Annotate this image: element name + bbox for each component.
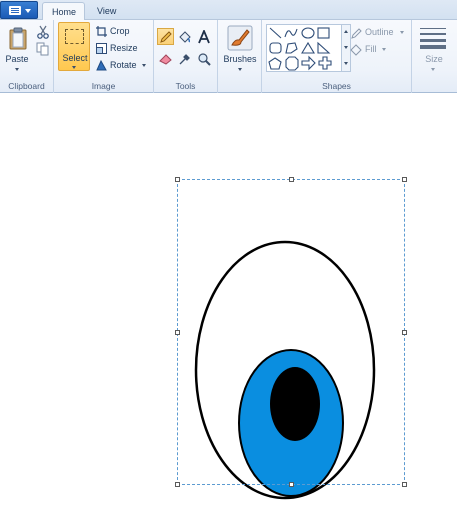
select-label: Select xyxy=(62,53,88,63)
select-button[interactable]: Select xyxy=(58,22,90,71)
fill-label: Fill xyxy=(365,44,377,54)
size-label: Size xyxy=(425,54,443,64)
resize-handle-right[interactable] xyxy=(402,330,407,335)
copy-icon[interactable] xyxy=(36,42,50,56)
hexagon-shape-icon[interactable] xyxy=(285,56,299,71)
ribbon-tab-strip: Home View xyxy=(0,0,457,21)
plus-shape-icon[interactable] xyxy=(318,56,332,70)
rounded-rectangle-shape-icon[interactable] xyxy=(269,42,282,54)
shapes-group-label: Shapes xyxy=(322,81,351,91)
shapes-group: Outline Fill Shapes xyxy=(262,20,412,93)
brushes-button[interactable]: Brushes xyxy=(220,22,260,74)
shapes-grid xyxy=(268,27,332,71)
polygon-shape-icon[interactable] xyxy=(285,42,298,54)
resize-handle-bottom-right[interactable] xyxy=(402,482,407,487)
fill-shape-icon xyxy=(350,44,362,56)
drawing-canvas[interactable] xyxy=(0,94,457,519)
chevron-up-icon[interactable] xyxy=(343,30,348,33)
color-picker-icon xyxy=(179,54,190,65)
paste-icon xyxy=(9,27,27,50)
app-menu-icon xyxy=(9,6,21,15)
eraser-tool[interactable] xyxy=(157,50,174,67)
brushes-icon xyxy=(227,25,253,51)
size-icon xyxy=(420,28,446,49)
triangle-shape-icon[interactable] xyxy=(301,41,315,54)
clipboard-group: Paste Clipboard xyxy=(0,20,54,93)
resize-handle-top-right[interactable] xyxy=(402,177,407,182)
crop-label: Crop xyxy=(110,26,130,36)
tab-view[interactable]: View xyxy=(88,2,125,21)
pencil-icon xyxy=(160,31,172,43)
resize-label: Resize xyxy=(110,43,138,53)
line-shape-icon[interactable] xyxy=(269,27,282,39)
resize-handle-bottom[interactable] xyxy=(289,482,294,487)
rectangle-shape-icon[interactable] xyxy=(317,27,330,39)
paste-label: Paste xyxy=(5,54,29,64)
clipboard-group-label: Clipboard xyxy=(8,81,45,91)
chevron-down-icon xyxy=(25,9,31,13)
ribbon: Paste Clipboard Select Crop Resize Rotat… xyxy=(0,20,457,93)
eraser-icon xyxy=(159,54,172,65)
outline-button[interactable]: Outline xyxy=(350,25,404,40)
text-tool[interactable] xyxy=(195,28,212,45)
fill-icon xyxy=(179,31,191,43)
size-button[interactable]: Size xyxy=(416,22,452,74)
right-triangle-shape-icon[interactable] xyxy=(317,41,331,54)
rotate-button[interactable]: Rotate xyxy=(96,58,146,73)
gallery-expand-icon[interactable] xyxy=(343,62,348,65)
chevron-down-icon xyxy=(142,64,146,67)
color-picker-tool[interactable] xyxy=(176,50,193,67)
image-group-label: Image xyxy=(91,81,116,91)
chevron-down-icon xyxy=(431,68,435,71)
resize-handle-left[interactable] xyxy=(175,330,180,335)
app-menu-button[interactable] xyxy=(0,1,38,19)
rotate-icon xyxy=(96,60,107,71)
crop-button[interactable]: Crop xyxy=(96,24,130,39)
cut-icon[interactable] xyxy=(36,25,50,39)
oval-shape-icon[interactable] xyxy=(301,27,315,39)
chevron-down-icon xyxy=(238,68,242,71)
text-icon xyxy=(198,30,210,44)
shapes-gallery xyxy=(266,24,342,72)
resize-handle-top-left[interactable] xyxy=(175,177,180,182)
select-icon xyxy=(65,29,84,44)
chevron-down-icon xyxy=(15,68,19,71)
resize-button[interactable]: Resize xyxy=(96,41,138,56)
size-group: Size xyxy=(412,20,457,93)
brushes-label: Brushes xyxy=(223,54,257,64)
resize-handle-top[interactable] xyxy=(289,177,294,182)
tools-group: Tools xyxy=(154,20,218,93)
chevron-down-icon[interactable] xyxy=(343,46,348,49)
right-arrow-shape-icon[interactable] xyxy=(301,55,316,71)
crop-icon xyxy=(96,26,107,37)
pentagon-shape-icon[interactable] xyxy=(268,57,282,70)
fill-tool[interactable] xyxy=(176,28,193,45)
image-group: Select Crop Resize Rotate Image xyxy=(54,20,154,93)
resize-icon xyxy=(96,43,107,54)
paste-button[interactable]: Paste xyxy=(2,22,32,72)
tab-home[interactable]: Home xyxy=(42,2,85,21)
outline-label: Outline xyxy=(365,27,394,37)
chevron-down-icon xyxy=(72,66,76,69)
chevron-down-icon xyxy=(382,48,386,51)
chevron-down-icon xyxy=(400,31,404,34)
tools-group-label: Tools xyxy=(175,81,196,91)
magnifier-icon xyxy=(198,53,211,66)
resize-handle-bottom-left[interactable] xyxy=(175,482,180,487)
magnifier-tool[interactable] xyxy=(195,50,212,67)
brushes-group: Brushes xyxy=(218,20,262,93)
fill-button[interactable]: Fill xyxy=(350,42,386,57)
pencil-tool[interactable] xyxy=(157,28,174,45)
rotate-label: Rotate xyxy=(110,60,137,70)
curve-shape-icon[interactable] xyxy=(284,28,298,38)
outline-icon xyxy=(351,28,362,39)
selection-rectangle[interactable] xyxy=(175,177,407,487)
